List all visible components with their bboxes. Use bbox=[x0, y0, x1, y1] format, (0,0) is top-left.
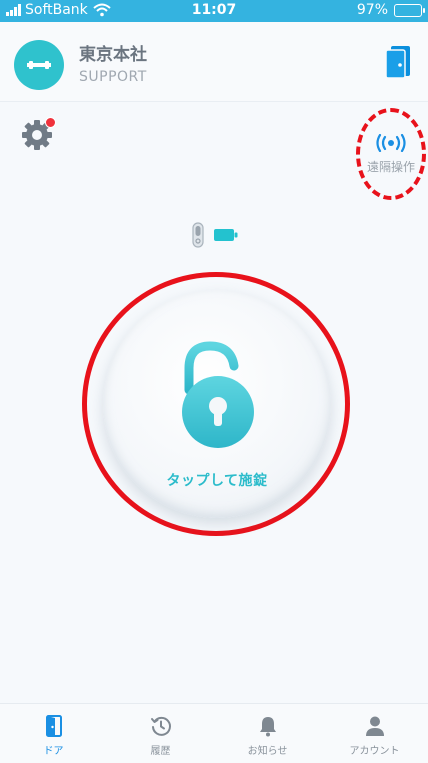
door-switch-icon[interactable] bbox=[384, 44, 412, 80]
tab-door[interactable]: ドア bbox=[0, 704, 107, 763]
tab-label: ドア bbox=[43, 746, 64, 757]
battery-percent: 97% bbox=[356, 2, 388, 18]
tab-bar: ドア 履歴 お知らせ アカウント bbox=[0, 703, 428, 763]
lock-device-icon bbox=[192, 222, 204, 248]
organization-name: 東京本社 bbox=[79, 45, 147, 65]
person-icon bbox=[365, 716, 384, 736]
history-icon bbox=[150, 716, 171, 736]
battery-group: 97% bbox=[356, 2, 425, 18]
lock-action-label: タップして施錠 bbox=[166, 473, 268, 489]
unlocked-padlock-icon bbox=[182, 341, 254, 448]
battery-icon bbox=[394, 3, 425, 17]
battery-status-icon bbox=[214, 229, 238, 241]
tab-label: 履歴 bbox=[150, 746, 171, 757]
settings-button[interactable] bbox=[20, 117, 56, 152]
tab-label: アカウント bbox=[349, 746, 400, 757]
broadcast-icon bbox=[376, 133, 406, 152]
door-icon bbox=[45, 715, 62, 737]
dumbbell-icon bbox=[27, 61, 51, 69]
device-status bbox=[192, 222, 238, 248]
remote-operation-button[interactable]: 遠隔操作 bbox=[356, 108, 426, 200]
status-bar: SoftBank 11:07 97% bbox=[0, 0, 428, 22]
lock-toggle-button[interactable]: タップして施錠 bbox=[103, 290, 331, 518]
organization-avatar[interactable] bbox=[14, 40, 64, 90]
tab-label: お知らせ bbox=[247, 746, 288, 757]
header: 東京本社 SUPPORT bbox=[0, 22, 428, 102]
tab-history[interactable]: 履歴 bbox=[107, 704, 214, 763]
tab-notifications[interactable]: お知らせ bbox=[214, 704, 321, 763]
remote-operation-label: 遠隔操作 bbox=[366, 159, 415, 174]
organization-subtitle: SUPPORT bbox=[79, 69, 147, 85]
notification-dot bbox=[45, 117, 56, 128]
bell-icon bbox=[259, 717, 276, 737]
tab-account[interactable]: アカウント bbox=[321, 704, 428, 763]
